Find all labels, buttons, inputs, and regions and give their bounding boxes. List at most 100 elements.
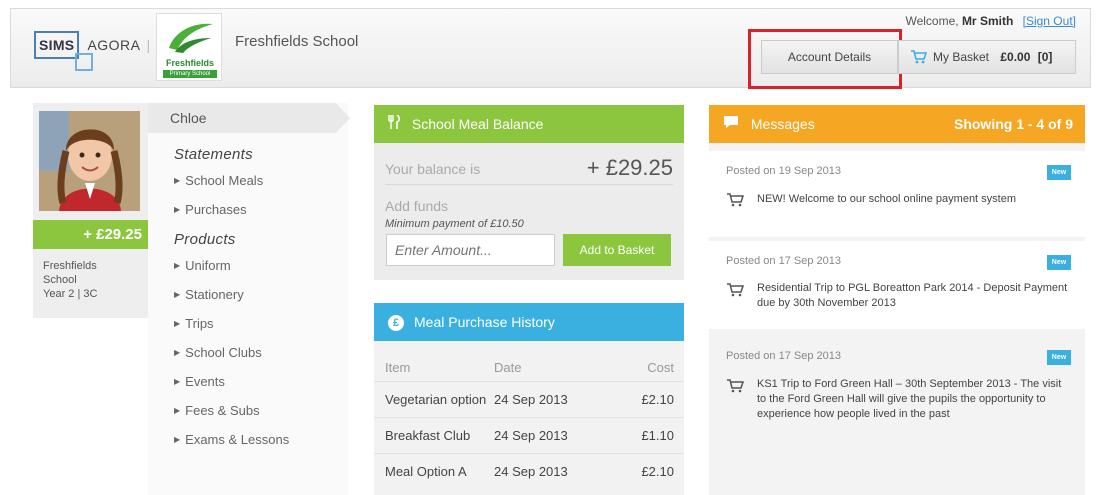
- row-cost: £2.10: [641, 464, 674, 479]
- welcome-message: Welcome, Mr Smith [Sign Out]: [905, 14, 1076, 28]
- sims-agora-logo[interactable]: SIMS AGORA |: [34, 25, 151, 71]
- pupil-photo: [39, 111, 140, 211]
- messages-title: Messages: [750, 116, 815, 132]
- column-header-cost: Cost: [647, 359, 674, 375]
- user-name: Mr Smith: [961, 14, 1014, 28]
- nav-item-label: Stationery: [185, 287, 244, 302]
- nav-item-label: Events: [185, 374, 225, 389]
- agora-logo-text: AGORA: [87, 37, 141, 53]
- nav-item-uniform[interactable]: ▶ Uniform: [174, 258, 289, 287]
- messages-count: Showing 1 - 4 of 9: [953, 116, 1073, 132]
- table-row: Meal Option A 24 Sep 2013 £2.10: [374, 453, 684, 489]
- caret-right-icon: ▶: [174, 348, 181, 357]
- message-item[interactable]: Posted on 19 Sep 2013 New NEW! Welcome t…: [709, 151, 1085, 237]
- balance-row: Your balance is + £29.25: [385, 155, 673, 185]
- pupil-balance: + £29.25: [33, 220, 148, 249]
- leaf-icon: [169, 23, 213, 53]
- new-badge: New: [1047, 350, 1071, 365]
- nav-item-trips[interactable]: ▶ Trips: [174, 316, 289, 345]
- currency-icon: £: [388, 315, 404, 332]
- nav-item-school-meals[interactable]: ▶ School Meals: [174, 173, 289, 202]
- minimum-payment-note: Minimum payment of £10.50: [385, 218, 524, 230]
- pupil-card[interactable]: + £29.25 Freshfields School Year 2 | 3C: [33, 103, 148, 318]
- messages-header: Messages Showing 1 - 4 of 9: [709, 105, 1085, 143]
- sign-out-link[interactable]: [Sign Out]: [1023, 14, 1076, 28]
- cart-icon: [727, 193, 745, 207]
- logo-separator: |: [146, 37, 151, 53]
- nav-item-purchases[interactable]: ▶ Purchases: [174, 202, 289, 231]
- school-crest-logo: Freshfields Primary School: [156, 13, 222, 81]
- row-date: 24 Sep 2013: [494, 428, 568, 443]
- pupil-info: Freshfields School Year 2 | 3C: [43, 259, 143, 301]
- column-header-date: Date: [494, 359, 522, 375]
- add-funds-label: Add funds: [385, 198, 449, 214]
- pupil-name-tab[interactable]: Chloe: [148, 103, 350, 133]
- row-item: Vegetarian option: [385, 392, 487, 407]
- nav-item-label: Purchases: [185, 202, 247, 217]
- nav-item-label: Exams & Lessons: [185, 432, 290, 447]
- column-header-item: Item: [385, 359, 411, 375]
- caret-right-icon: ▶: [174, 261, 181, 270]
- message-text: NEW! Welcome to our school online paymen…: [757, 193, 1017, 205]
- message-item[interactable]: Posted on 17 Sep 2013 New KS1 Trip to Fo…: [709, 333, 1085, 453]
- welcome-prefix: Welcome,: [905, 14, 959, 28]
- pupil-school-line1: Freshfields: [43, 260, 97, 272]
- row-cost: £1.10: [641, 428, 674, 443]
- meal-balance-header: School Meal Balance: [374, 105, 684, 143]
- new-badge: New: [1047, 165, 1071, 180]
- message-text: Residential Trip to PGL Boreatton Park 2…: [757, 282, 1068, 309]
- meal-balance-title: School Meal Balance: [411, 116, 544, 132]
- message-date: Posted on 19 Sep 2013: [726, 165, 841, 177]
- meal-history-panel: £ Meal Purchase History Item Date Cost Ve…: [374, 303, 684, 495]
- basket-total: £0.00: [1000, 50, 1031, 64]
- table-row: Breakfast Club 24 Sep 2013 £1.10: [374, 417, 684, 453]
- nav-item-label: Trips: [185, 316, 214, 331]
- caret-right-icon: ▶: [174, 435, 181, 444]
- message-date: Posted on 17 Sep 2013: [726, 255, 841, 267]
- basket-count: [0]: [1037, 50, 1053, 64]
- row-date: 24 Sep 2013: [494, 392, 568, 407]
- nav-list: Statements ▶ School Meals ▶ Purchases Prod…: [174, 146, 289, 461]
- caret-right-icon: ▶: [174, 406, 181, 415]
- nav-item-label: Fees & Subs: [185, 403, 260, 418]
- pupil-class: Year 2 | 3C: [43, 288, 98, 300]
- meal-history-title: Meal Purchase History: [414, 314, 555, 330]
- nav-item-school-clubs[interactable]: ▶ School Clubs: [174, 345, 289, 374]
- table-header-row: Item Date Cost: [374, 353, 684, 381]
- highlight-box: [748, 29, 902, 89]
- caret-right-icon: ▶: [174, 205, 181, 214]
- table-row: Vegetarian option 24 Sep 2013 £2.10: [374, 381, 684, 417]
- caret-right-icon: ▶: [174, 176, 181, 185]
- my-basket-button[interactable]: My Basket £0.00 [0]: [898, 40, 1076, 74]
- cart-icon: [727, 283, 745, 297]
- products-heading: Products: [174, 231, 236, 248]
- message-date: Posted on 17 Sep 2013: [726, 350, 841, 362]
- messages-panel: Messages Showing 1 - 4 of 9 Posted on 19…: [709, 105, 1085, 495]
- statements-heading: Statements: [174, 146, 253, 163]
- meal-history-header: £ Meal Purchase History: [374, 303, 684, 341]
- pupil-school-line2: School: [43, 274, 77, 286]
- amount-input[interactable]: [386, 234, 555, 266]
- caret-right-icon: ▶: [174, 377, 181, 386]
- nav-item-label: School Meals: [185, 173, 264, 188]
- cutlery-icon: [388, 115, 400, 129]
- sims-logo-mark: SIMS: [34, 31, 94, 71]
- meal-balance-panel: School Meal Balance Your balance is + £2…: [374, 105, 684, 280]
- row-cost: £2.10: [641, 392, 674, 407]
- basket-icon: [911, 50, 927, 64]
- basket-label: My Basket: [933, 50, 990, 64]
- crest-school-name: Freshfields: [165, 58, 214, 68]
- add-to-basket-button[interactable]: Add to Basket: [563, 234, 671, 266]
- nav-item-stationery[interactable]: ▶ Stationery: [174, 287, 289, 316]
- nav-item-fees-subs[interactable]: ▶ Fees & Subs: [174, 403, 289, 432]
- nav-item-events[interactable]: ▶ Events: [174, 374, 289, 403]
- school-name: Freshfields School: [235, 33, 359, 50]
- row-item: Breakfast Club: [385, 428, 471, 443]
- caret-right-icon: ▶: [174, 319, 181, 328]
- row-item: Meal Option A: [385, 464, 467, 479]
- new-badge: New: [1047, 255, 1071, 270]
- nav-item-exams-lessons[interactable]: ▶ Exams & Lessons: [174, 432, 289, 461]
- speech-bubble-icon: [724, 116, 738, 128]
- message-item[interactable]: Posted on 17 Sep 2013 New Residential Tr…: [709, 241, 1085, 329]
- nav-item-label: School Clubs: [185, 345, 262, 360]
